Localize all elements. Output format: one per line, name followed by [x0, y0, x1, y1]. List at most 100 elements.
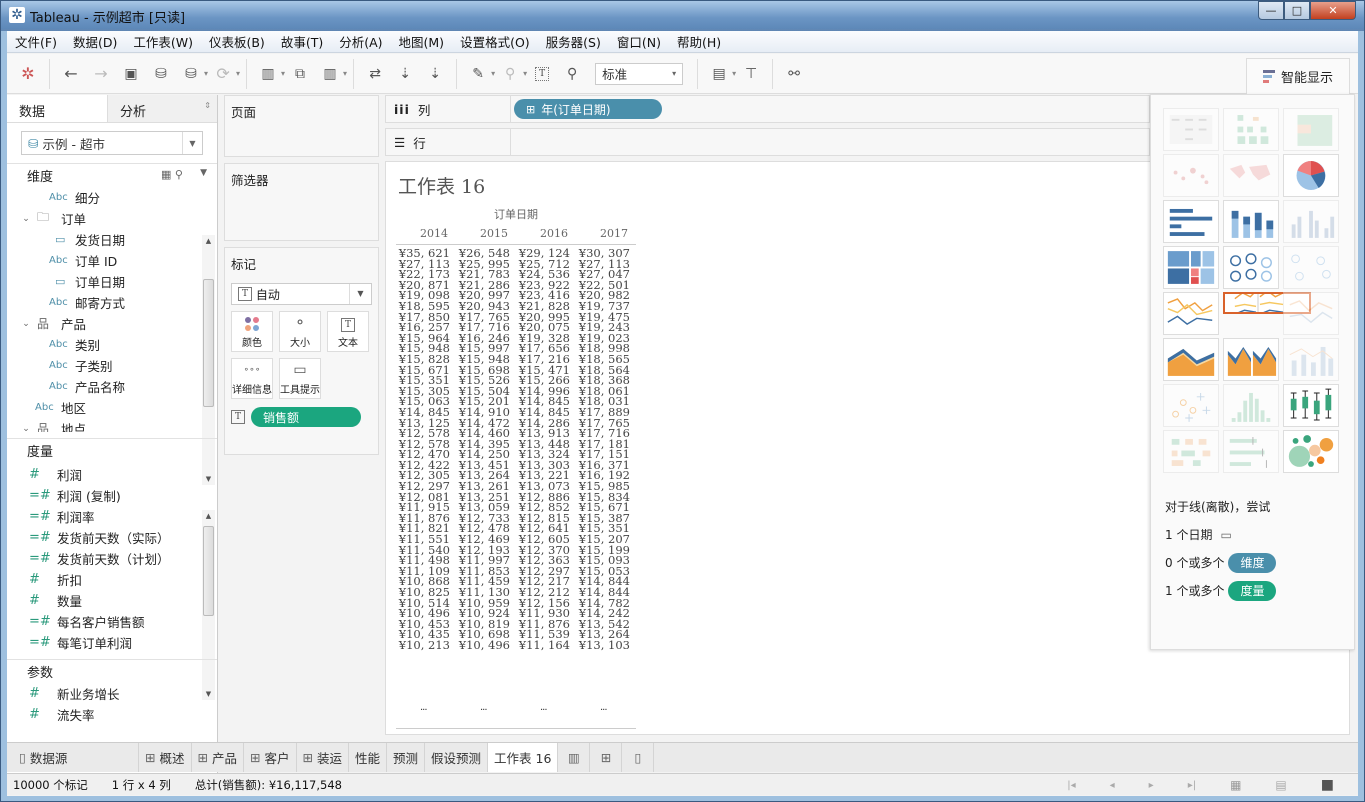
share-icon[interactable]: ⚯ [781, 60, 807, 88]
show-me-side-by-side-bars[interactable] [1283, 200, 1339, 243]
show-cards-icon[interactable]: ▤ [706, 60, 732, 88]
pages-shelf[interactable]: 页面 [224, 95, 379, 157]
new-worksheet-icon[interactable]: ▥ [255, 60, 281, 88]
measure-field[interactable]: =# 发货前天数（计划） [7, 548, 217, 569]
show-me-circle-views[interactable] [1223, 246, 1279, 289]
show-me-gantt[interactable] [1163, 430, 1219, 473]
text-button[interactable]: T 文本 [327, 311, 369, 352]
group-icon[interactable]: ⚲ [497, 60, 523, 88]
show-me-packed-bubbles[interactable] [1283, 430, 1339, 473]
swap-rows-columns-icon[interactable]: ⇄ [362, 60, 388, 88]
show-me-histogram[interactable] [1223, 384, 1279, 427]
measure-field[interactable]: # 数量 [7, 590, 217, 611]
sort-ascending-icon[interactable]: ⇣ [392, 60, 418, 88]
new-worksheet-tab-icon[interactable]: ▥ [558, 743, 591, 772]
chevron-down-icon[interactable]: ▼ [200, 168, 207, 178]
parameter-field[interactable]: # 流失率 [7, 704, 217, 725]
presentation-mode-icon[interactable]: ⊤ [738, 60, 764, 88]
table-cell[interactable]: ¥10, 496 [456, 639, 516, 651]
new-story-tab-icon[interactable]: ▯ [622, 743, 655, 772]
sheet-tab[interactable]: 预测 [387, 743, 426, 772]
dimension-field[interactable]: ⌄ 品地点 [7, 418, 217, 432]
show-me-stacked-bars[interactable] [1223, 200, 1279, 243]
view-list-icon[interactable]: ▦ ⚲ [161, 168, 183, 181]
measure-field[interactable]: =# 每笔订单利润 [7, 632, 217, 653]
close-button[interactable]: ✕ [1310, 1, 1356, 20]
chevron-down-icon[interactable]: ⌄ [19, 424, 33, 433]
highlight-icon[interactable]: ✎ [465, 60, 491, 88]
show-me-pie[interactable] [1283, 154, 1339, 197]
menu-item[interactable]: 文件(F) [7, 32, 65, 51]
chevron-down-icon[interactable]: ⌄ [19, 319, 33, 329]
tooltip-button[interactable]: ▭ 工具提示 [279, 358, 321, 399]
fit-select[interactable]: 标准 ▾ [595, 62, 684, 85]
duplicate-sheet-icon[interactable]: ⧉ [287, 60, 313, 88]
filmstrip-view-icon[interactable]: ▤ [1275, 778, 1286, 792]
measure-field[interactable]: =# 利润率 [7, 506, 217, 527]
show-me-bullet[interactable] [1223, 430, 1279, 473]
year-header[interactable]: 2015 [456, 227, 516, 240]
maximize-button[interactable]: □ [1284, 1, 1310, 20]
dimension-field[interactable]: Abc 产品名称 [7, 376, 217, 397]
show-me-tab[interactable]: 智能显示 [1246, 58, 1350, 94]
show-me-filled-map[interactable] [1223, 154, 1279, 197]
dimension-field[interactable]: ⌄ 🗀 订单 [7, 208, 217, 229]
sort-descending-icon[interactable]: ⇣ [422, 60, 448, 88]
show-me-side-by-side-circles[interactable] [1283, 246, 1339, 289]
tabs-view-icon[interactable]: ■ [1321, 777, 1334, 793]
next-page-icon[interactable]: ▸ [1149, 780, 1154, 791]
redo-icon[interactable]: → [88, 60, 114, 88]
measure-field[interactable]: # 折扣 [7, 569, 217, 590]
dimension-field[interactable]: Abc 子类别 [7, 355, 217, 376]
parameter-field[interactable]: # 新业务增长 [7, 683, 217, 704]
new-datasource-icon[interactable]: ⛁ [148, 60, 174, 88]
show-me-continuous-area[interactable] [1163, 338, 1219, 381]
table-cell[interactable]: ¥10, 213 [396, 639, 456, 651]
sheet-tab[interactable]: ⊞ 概述 [139, 743, 192, 772]
clear-sheet-icon[interactable]: ▥ [317, 60, 343, 88]
sorter-view-icon[interactable]: ▦ [1230, 778, 1241, 792]
mark-type-select[interactable]: T 自动 ▼ [231, 283, 372, 305]
sheet-tab[interactable]: ⊞ 装运 [297, 743, 349, 772]
menu-item[interactable]: 服务器(S) [538, 32, 609, 51]
dimension-field[interactable]: Abc 邮寄方式 [7, 292, 217, 313]
dimension-field[interactable]: ⌄ 品产品 [7, 313, 217, 334]
table-cell[interactable]: ¥13, 103 [576, 639, 636, 651]
dimension-field[interactable]: ▭ 发货日期 [7, 229, 217, 250]
first-page-icon[interactable]: |◂ [1067, 780, 1075, 791]
prev-page-icon[interactable]: ◂ [1110, 780, 1115, 791]
menu-item[interactable]: 窗口(N) [609, 32, 669, 51]
menu-item[interactable]: 数据(D) [65, 32, 125, 51]
tab-analytics[interactable]: 分析 ⇕ [107, 95, 217, 122]
color-button[interactable]: 颜色 [231, 311, 273, 352]
show-me-box-whisker[interactable] [1283, 384, 1339, 427]
menu-item[interactable]: 分析(A) [331, 32, 390, 51]
sales-pill[interactable]: 销售额 [251, 407, 361, 427]
year-header[interactable]: 2014 [396, 227, 456, 240]
show-me-dual-combination[interactable] [1283, 338, 1339, 381]
show-me-continuous-lines[interactable] [1163, 292, 1219, 335]
chevron-down-icon[interactable]: ⌄ [19, 214, 33, 224]
menu-item[interactable]: 帮助(H) [669, 32, 729, 51]
show-me-symbol-map[interactable] [1163, 154, 1219, 197]
sheet-tab[interactable]: ⊞ 客户 [244, 743, 297, 772]
show-me-text-table[interactable] [1163, 108, 1219, 151]
measure-field[interactable]: =# 发货前天数（实际） [7, 527, 217, 548]
dimension-field[interactable]: Abc 地区 [7, 397, 217, 418]
show-me-discrete-area[interactable] [1223, 338, 1279, 381]
refresh-icon[interactable]: ⟳ [210, 60, 236, 88]
year-header[interactable]: 2017 [576, 227, 636, 240]
show-me-heat-map[interactable] [1223, 108, 1279, 151]
dimension-field[interactable]: Abc 细分 [7, 187, 217, 208]
menu-item[interactable]: 设置格式(O) [452, 32, 538, 51]
tab-data[interactable]: 数据 [7, 95, 107, 122]
save-icon[interactable]: ▣ [118, 60, 144, 88]
menu-item[interactable]: 故事(T) [273, 32, 331, 51]
show-me-treemap[interactable] [1163, 246, 1219, 289]
dimension-field[interactable]: Abc 类别 [7, 334, 217, 355]
table-cell[interactable]: ¥11, 164 [516, 639, 576, 651]
show-me-highlight-table[interactable] [1283, 108, 1339, 151]
undo-icon[interactable]: ← [58, 60, 84, 88]
tableau-home-icon[interactable]: ✲ [15, 60, 41, 88]
sheet-tab[interactable]: 假设预测 [425, 743, 489, 772]
